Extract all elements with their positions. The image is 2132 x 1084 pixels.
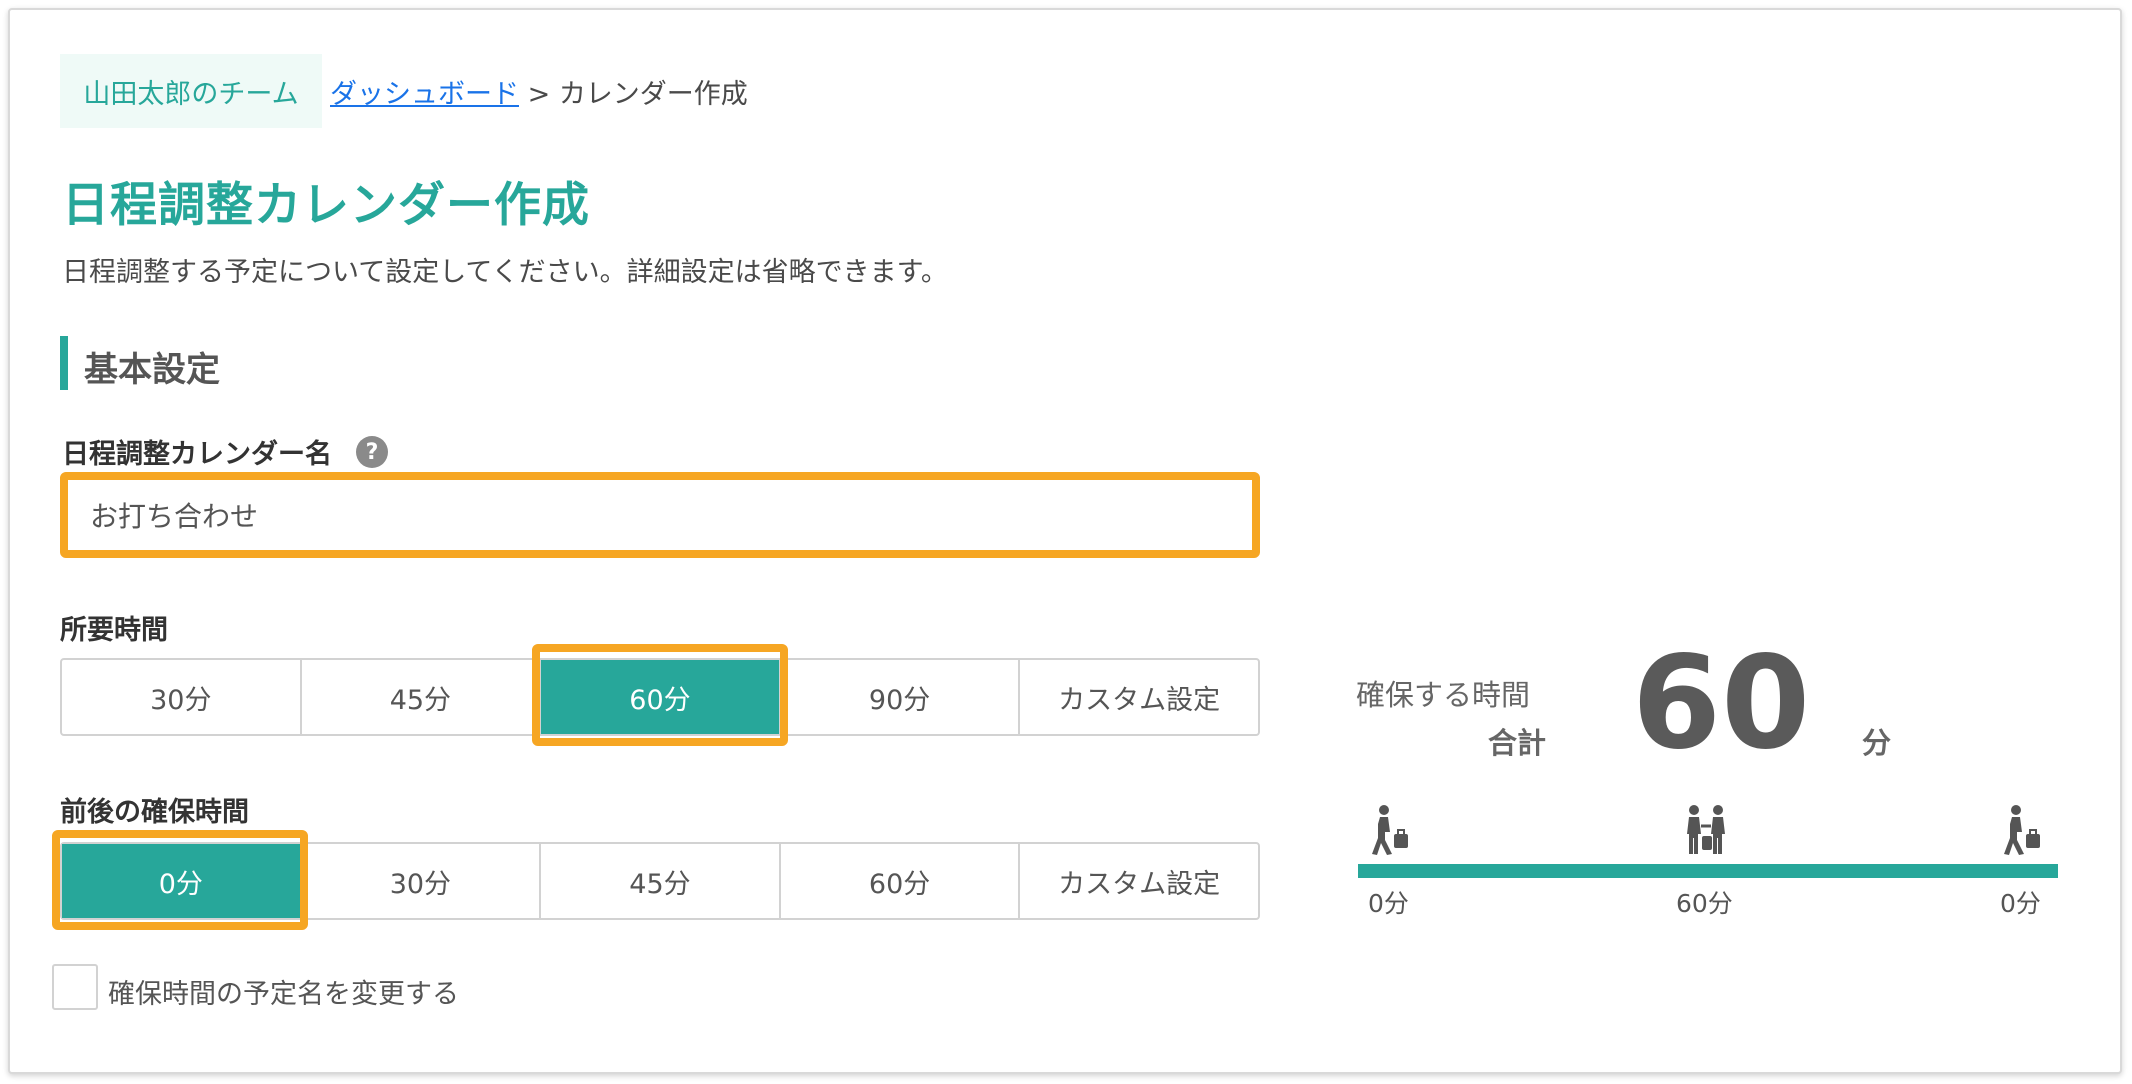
total-label: 合計: [1488, 726, 1547, 760]
buffer-option-30[interactable]: 30分: [302, 844, 542, 918]
buffer-option-45[interactable]: 45分: [541, 844, 781, 918]
timeline-middle-label: 60分: [1676, 889, 1733, 918]
people-meeting-icon: [1687, 805, 1725, 854]
duration-selector: 30分 45分 60分 90分 カスタム設定: [60, 658, 1260, 736]
breadcrumb: ダッシュボード > カレンダー作成: [330, 72, 748, 111]
duration-option-custom[interactable]: カスタム設定: [1020, 660, 1258, 734]
duration-option-30[interactable]: 30分: [62, 660, 302, 734]
buffer-option-0[interactable]: 0分: [62, 844, 302, 918]
person-walking-with-luggage-icon: [2004, 805, 2040, 855]
duration-label: 所要時間: [60, 615, 168, 646]
buffer-time-selector: 0分 30分 45分 60分 カスタム設定: [60, 842, 1260, 920]
timeline-bar: [1358, 864, 2058, 878]
page-description: 日程調整する予定について設定してください。詳細設定は省略できます。: [62, 257, 948, 288]
buffer-option-60[interactable]: 60分: [781, 844, 1021, 918]
breadcrumb-current: カレンダー作成: [558, 79, 748, 110]
help-icon[interactable]: ?: [356, 436, 388, 468]
page-title: 日程調整カレンダー作成: [62, 178, 590, 233]
calendar-name-input[interactable]: [60, 472, 1260, 558]
section-accent-bar: [60, 336, 68, 390]
buffer-option-custom[interactable]: カスタム設定: [1020, 844, 1258, 918]
buffer-time-label: 前後の確保時間: [60, 797, 249, 828]
calendar-name-label: 日程調整カレンダー名: [62, 439, 332, 470]
rename-buffer-checkbox-label[interactable]: 確保時間の予定名を変更する: [108, 972, 459, 1011]
breadcrumb-separator: >: [527, 79, 551, 110]
duration-option-90[interactable]: 90分: [781, 660, 1021, 734]
timeline-end-label: 0分: [2000, 889, 2041, 918]
timeline-start-label: 0分: [1368, 889, 1409, 918]
total-reserved-value: 60: [1632, 629, 1811, 778]
rename-buffer-checkbox[interactable]: [52, 964, 98, 1010]
person-walking-with-luggage-icon: [1372, 805, 1408, 855]
duration-option-60[interactable]: 60分: [541, 660, 781, 734]
duration-option-45[interactable]: 45分: [302, 660, 542, 734]
total-reserved-label: 確保する時間: [1356, 678, 1531, 712]
breadcrumb-dashboard-link[interactable]: ダッシュボード: [330, 79, 519, 110]
section-title-basic-settings: 基本設定: [84, 350, 220, 390]
team-name-chip[interactable]: 山田太郎のチーム: [60, 54, 322, 128]
total-reserved-unit: 分: [1862, 726, 1892, 760]
